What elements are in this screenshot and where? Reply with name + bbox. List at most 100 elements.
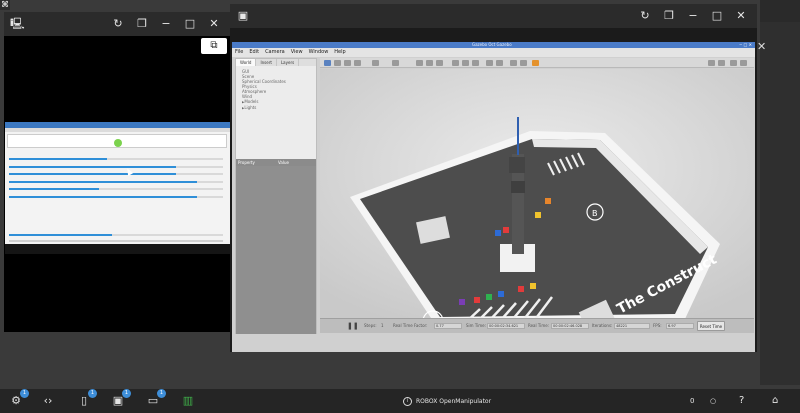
close-icon[interactable]: ✕	[729, 4, 753, 28]
menu-help[interactable]: Help	[331, 48, 348, 57]
robot-arm-joint-1	[509, 157, 525, 173]
left-window-titlebar: 🖳 ↻ ❐ − □ ✕	[4, 12, 230, 36]
minimize-icon[interactable]: −	[154, 12, 178, 36]
properties-body	[236, 166, 316, 334]
thumb-slider-fill	[9, 173, 176, 175]
course-title-text: ROBOX OpenManipulator	[416, 397, 492, 405]
book-icon[interactable]: ▥	[180, 393, 196, 409]
refresh-icon[interactable]: ↻	[106, 12, 130, 36]
select-tool-icon[interactable]	[324, 60, 331, 66]
thumb-menubar	[5, 128, 231, 132]
tab-insert[interactable]: Insert	[256, 59, 277, 66]
snap-icon[interactable]	[520, 60, 527, 66]
picture-in-picture-icon[interactable]: ⧉	[201, 38, 227, 54]
cube-icon[interactable]: ▣ 1	[110, 389, 131, 409]
reset-time-button[interactable]: Reset Time	[697, 321, 725, 331]
menu-edit[interactable]: Edit	[246, 48, 262, 57]
strip-close-icon[interactable]: ✕	[757, 40, 766, 53]
right-window-titlebar: ▣ ↻ ❐ − □ ✕	[230, 4, 757, 28]
thumb-slider-fill	[9, 165, 176, 168]
menu-file[interactable]: File	[232, 48, 246, 57]
menu-camera[interactable]: Camera	[262, 48, 288, 57]
course-title: i ROBOX OpenManipulator	[403, 394, 491, 408]
thumb-status-dot	[114, 139, 122, 147]
world-tree: GUI Scene Spherical Coordinates Physics Atmo…	[236, 66, 316, 114]
align-icon[interactable]	[510, 60, 517, 66]
robot-icon[interactable]: ⚙ 1	[8, 389, 29, 409]
cube-icon: ▣	[237, 9, 249, 22]
laptop-badge: 1	[157, 389, 166, 398]
tab-layers[interactable]: Layers	[277, 59, 300, 66]
sphere-shape-icon[interactable]	[426, 60, 433, 66]
simulation-scene: A B The Construct	[320, 69, 754, 318]
thumb-slider-fill	[9, 195, 198, 198]
gazebo-menubar: File Edit Camera View Window Help	[232, 48, 755, 57]
cube-badge: 1	[122, 389, 131, 398]
paste-icon[interactable]	[496, 60, 503, 66]
notebook-badge: 1	[88, 389, 97, 398]
box-shape-icon[interactable]	[416, 60, 423, 66]
gazebo-3d-viewport[interactable]: A B The Construct	[320, 69, 754, 318]
spot-light-icon[interactable]	[462, 60, 469, 66]
rtf-label: Real Time Factor:	[393, 323, 428, 328]
help-button[interactable]: ?	[739, 393, 744, 409]
log-icon[interactable]	[718, 60, 725, 66]
view-angle-icon[interactable]	[532, 60, 539, 66]
gazebo-window: Gazebo Oct Gazebo − □ ✕ File Edit Camera…	[232, 42, 755, 352]
directional-light-icon[interactable]	[472, 60, 479, 66]
maximize-icon[interactable]: □	[705, 4, 729, 28]
counter-value: 0	[690, 397, 695, 405]
code-icon[interactable]: ‹›	[40, 393, 56, 409]
thumb-status-slider	[9, 234, 223, 236]
translate-tool-icon[interactable]	[334, 60, 341, 66]
steps-value[interactable]: 1	[381, 323, 384, 329]
screenshot-icon[interactable]	[708, 60, 715, 66]
maximize-icon[interactable]: □	[178, 12, 202, 36]
rotate-tool-icon[interactable]	[344, 60, 351, 66]
minimize-icon[interactable]: −	[681, 4, 705, 28]
menu-view[interactable]: View	[288, 48, 306, 57]
fps-value: 6.97	[666, 323, 694, 329]
value-column-header: Value	[278, 160, 289, 165]
cylinder-shape-icon[interactable]	[436, 60, 443, 66]
tab-world[interactable]: World	[236, 59, 257, 66]
real-time-label: Real Time:	[528, 323, 550, 328]
steps-label: Steps:	[364, 323, 377, 328]
laptop-icon[interactable]: ▭ 1	[145, 389, 166, 409]
redo-icon[interactable]	[392, 60, 399, 66]
point-light-icon[interactable]	[452, 60, 459, 66]
remote-desktop-thumbnail[interactable]	[5, 122, 231, 254]
thumb-slider-fill	[9, 188, 99, 190]
undo-icon[interactable]	[372, 60, 379, 66]
restore-icon[interactable]: ❐	[130, 12, 154, 36]
thumb-slider-row	[9, 180, 223, 183]
iterations-value: 48221	[614, 323, 650, 329]
thumb-taskbar	[5, 244, 231, 254]
terminal-icon: ⌘	[0, 0, 10, 10]
sim-time-value: 00:00:02:34.621	[487, 323, 525, 329]
menu-window[interactable]: Window	[306, 48, 332, 57]
copy-icon[interactable]	[486, 60, 493, 66]
refresh-icon[interactable]: ↻	[633, 4, 657, 28]
restore-icon[interactable]: ❐	[657, 4, 681, 28]
scale-tool-icon[interactable]	[354, 60, 361, 66]
zone-b-label: B	[592, 209, 598, 218]
rtf-value: 0.77	[434, 323, 462, 329]
pause-icon[interactable]: ❚❚	[347, 322, 359, 330]
notebook-icon[interactable]: ▯ 1	[76, 389, 97, 409]
fps-label: FPS:	[653, 323, 662, 328]
property-column-header: Property	[238, 160, 255, 165]
close-icon[interactable]: ✕	[202, 12, 226, 36]
tree-item[interactable]: Lights	[242, 105, 310, 111]
gazebo-statusbar: ❚❚ Steps: 1 Real Time Factor: 0.77 Sim T…	[320, 318, 754, 333]
real-time-value: 00:00:02:46.028	[551, 323, 589, 329]
home-icon[interactable]: ⌂	[772, 393, 778, 409]
laptop-icon: 🖳	[10, 17, 25, 30]
plot-icon[interactable]	[730, 60, 737, 66]
thumb-slider-row	[9, 195, 223, 198]
thumb-slider-row	[9, 173, 223, 175]
thumb-status-fill	[9, 234, 112, 236]
desktop-right-strip	[760, 0, 800, 385]
info-icon[interactable]: i	[403, 396, 412, 406]
video-record-icon[interactable]	[740, 60, 747, 66]
